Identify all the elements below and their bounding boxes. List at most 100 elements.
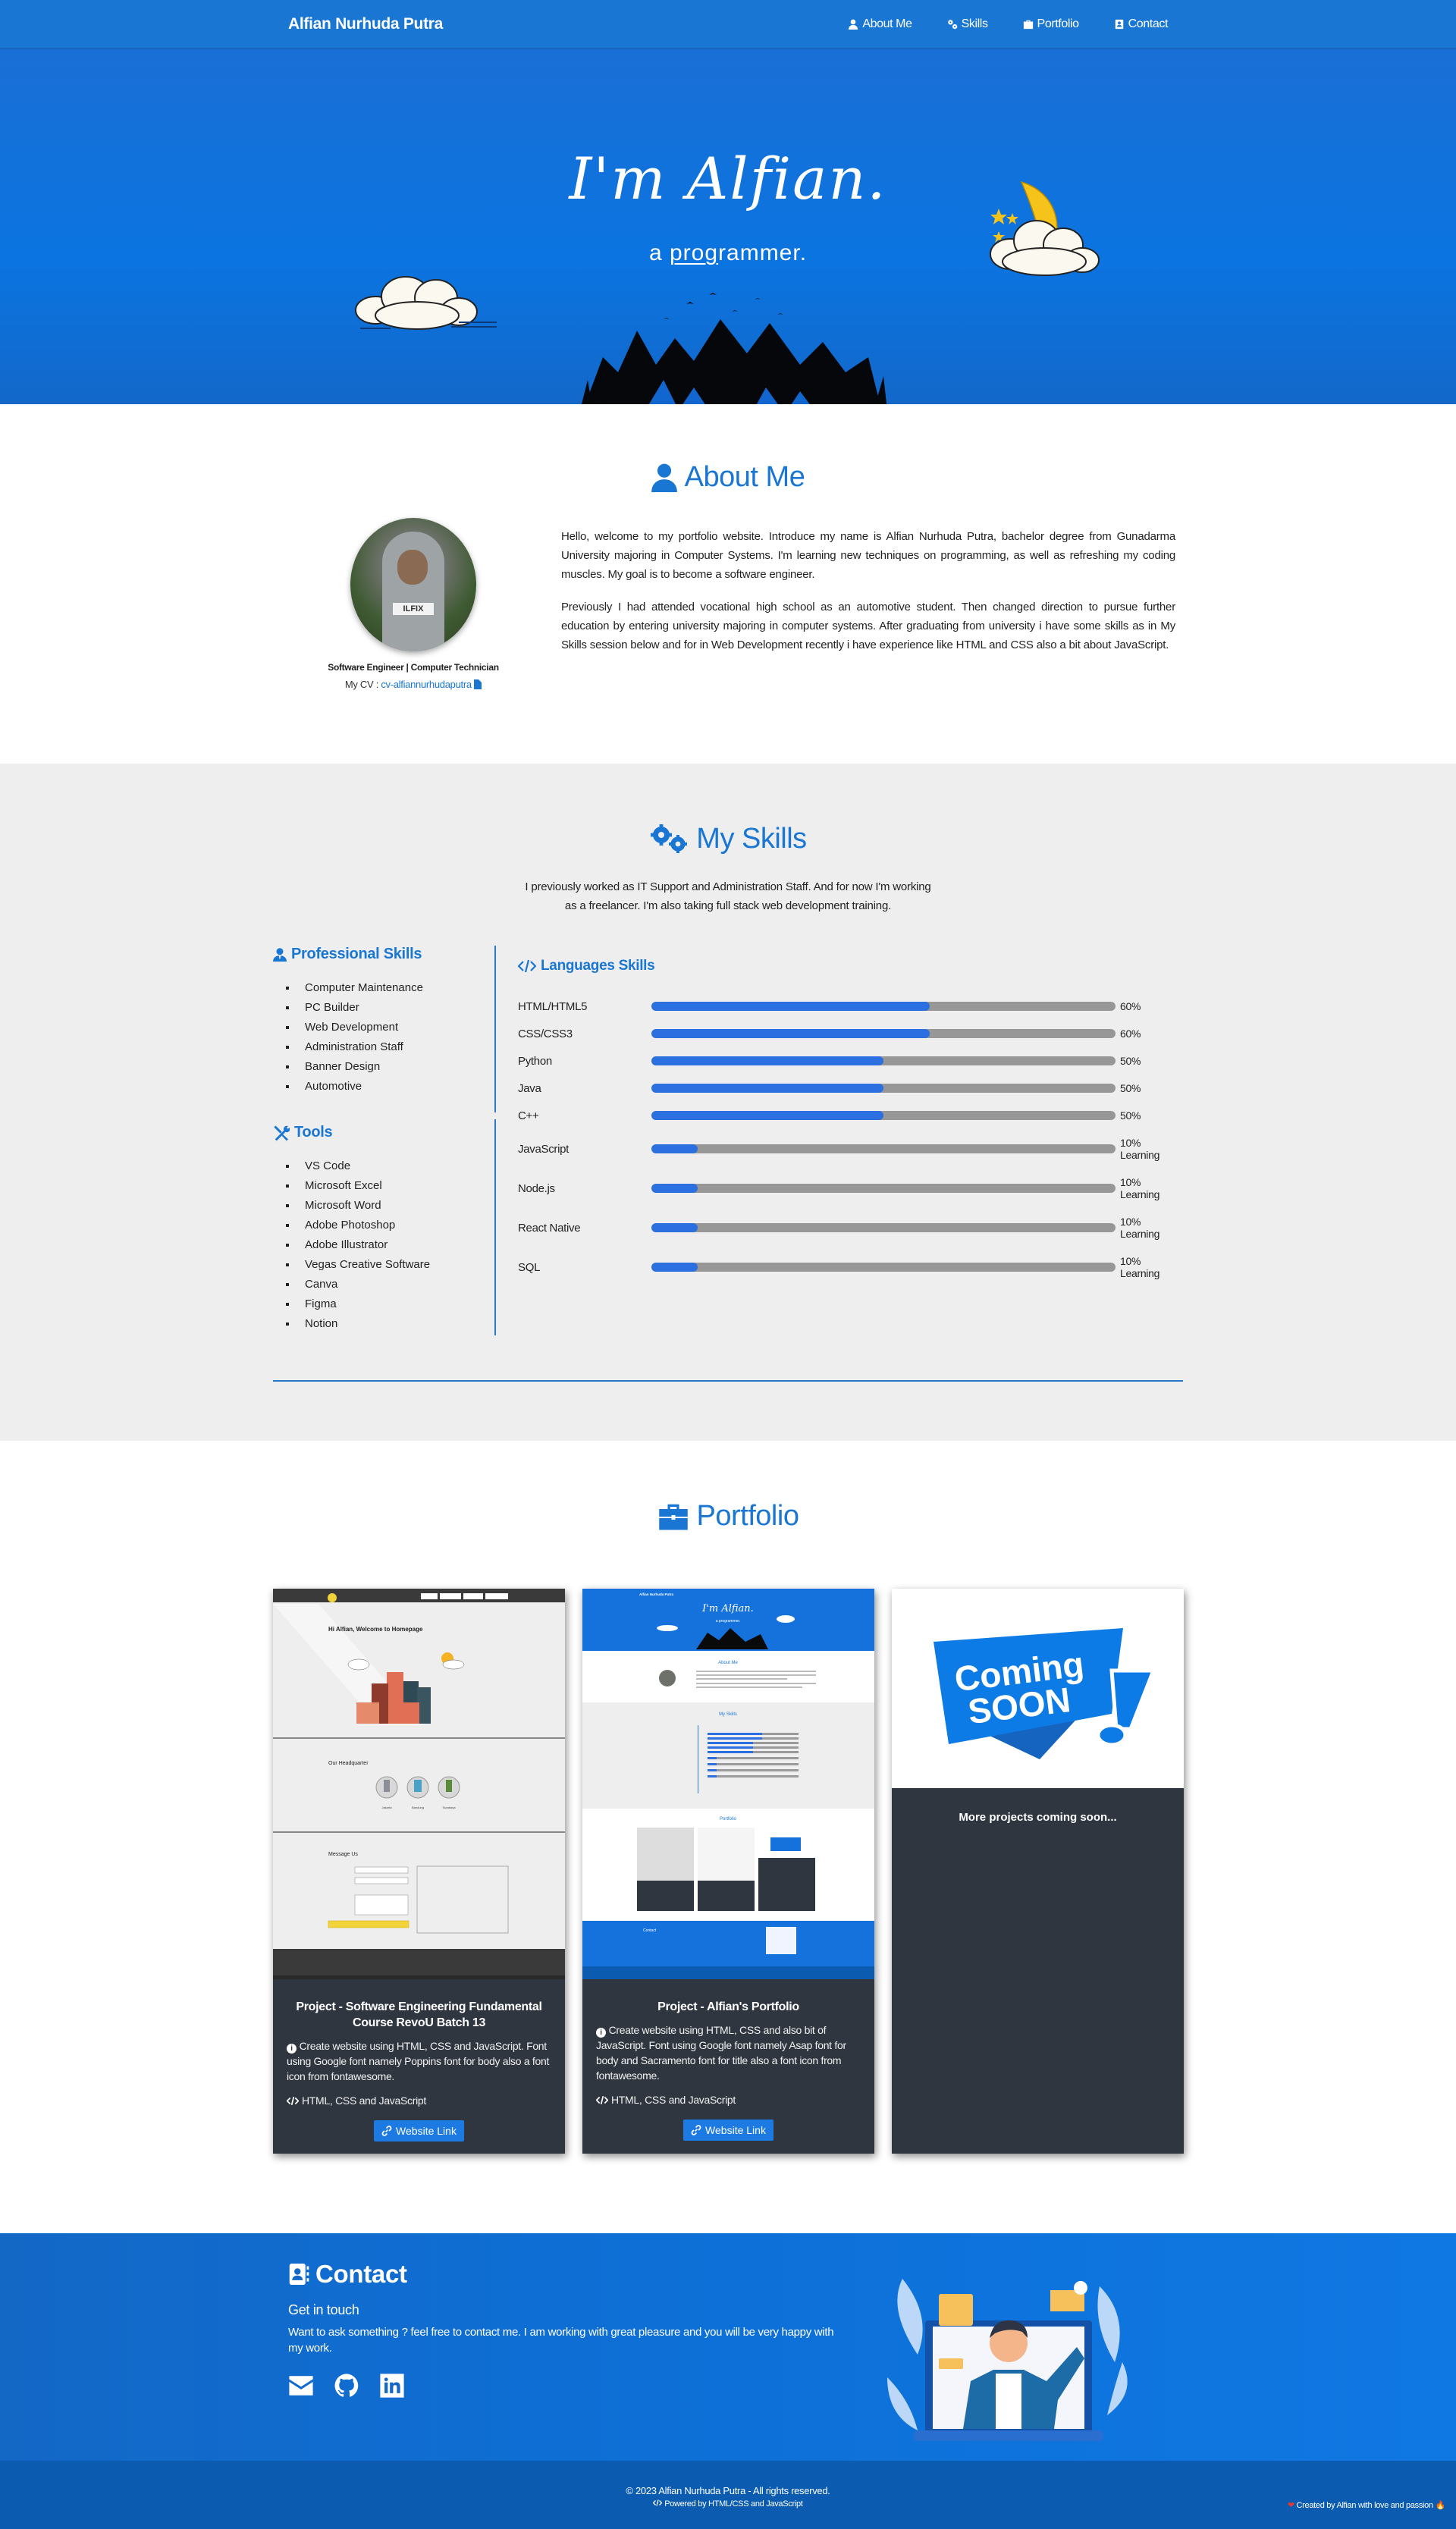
project-thumbnail[interactable]: Alfian Nurhuda Putra I'm Alfian. a progr…: [582, 1589, 874, 1979]
skill-percent-label: 50%: [1120, 1082, 1141, 1094]
skills-section: My Skills I previously worked as IT Supp…: [0, 764, 1456, 1441]
list-item: Automotive: [297, 1077, 493, 1097]
skill-percent-label: 60%: [1120, 1000, 1141, 1012]
linkedin-link[interactable]: [379, 2373, 405, 2402]
coming-soon-text: More projects coming soon...: [959, 1811, 1117, 1824]
about-title-text: About Me: [684, 461, 805, 493]
skill-status-note: Learning: [1120, 1267, 1160, 1279]
profile-role: Software Engineer | Computer Technician: [328, 662, 499, 673]
website-link-button[interactable]: Website Link: [374, 2120, 464, 2141]
language-name: C++: [518, 1109, 539, 1122]
hero-subtitle-suffix: rammer.: [718, 240, 808, 265]
professional-skills-title: Professional Skills: [273, 946, 493, 963]
languages-skills-title: Languages Skills: [518, 958, 1185, 974]
skill-progress-bar: [651, 1029, 1116, 1038]
project-thumbnail[interactable]: Hi Alfian, Welcome to Homepage Our Headq: [273, 1589, 565, 1979]
briefcase-icon: [1023, 20, 1033, 29]
svg-text:My Skills: My Skills: [719, 1712, 737, 1717]
github-link[interactable]: [334, 2373, 359, 2402]
about-text: Hello, welcome to my portfolio website. …: [561, 527, 1175, 668]
contact-title: Contact: [288, 2260, 849, 2289]
list-item: Web Development: [297, 1018, 493, 1037]
language-skill-row: C++ 50%: [518, 1102, 1185, 1129]
skill-status-note: Learning: [1120, 1149, 1160, 1161]
portfolio-cards: Hi Alfian, Welcome to Homepage Our Headq: [273, 1589, 1184, 2154]
skill-percent: 60%: [1120, 1000, 1141, 1012]
email-link[interactable]: [288, 2373, 314, 2402]
address-book-icon: [1115, 19, 1123, 29]
professional-skills-list: Computer Maintenance PC Builder Web Deve…: [297, 978, 493, 1097]
portfolio-card-coming-soon: Coming SOON More projects coming soon...: [892, 1589, 1184, 2154]
info-icon: i: [287, 2044, 297, 2054]
contact-section: Contact Get in touch Want to ask somethi…: [0, 2233, 1456, 2461]
portfolio-card: Hi Alfian, Welcome to Homepage Our Headq: [273, 1589, 565, 2154]
skills-intro: I previously worked as IT Support and Ad…: [0, 877, 1456, 915]
svg-text:I'm Alfian.: I'm Alfian.: [701, 1603, 754, 1614]
skills-left-column: Professional Skills Computer Maintenance…: [273, 946, 493, 1334]
skill-percent: 10% Learning: [1120, 1137, 1159, 1161]
nav-label: Portfolio: [1037, 17, 1080, 30]
language-skill-row: Java 50%: [518, 1075, 1185, 1102]
svg-text:Jakarta: Jakarta: [381, 1806, 392, 1809]
nav-skills[interactable]: Skills: [947, 17, 988, 31]
list-item: VS Code: [297, 1156, 493, 1176]
language-skill-row: JavaScript 10% Learning: [518, 1129, 1185, 1169]
tools-title: Tools: [273, 1124, 493, 1141]
list-item: Banner Design: [297, 1057, 493, 1077]
contact-description: Want to ask something ? feel free to con…: [288, 2326, 834, 2355]
skills-title-text: My Skills: [696, 823, 807, 855]
list-item: Adobe Photoshop: [297, 1216, 493, 1235]
website-link-button[interactable]: Website Link: [683, 2120, 774, 2141]
skill-percent: 10% Learning: [1120, 1176, 1159, 1200]
contact-subtitle: Get in touch: [288, 2302, 359, 2317]
skill-progress-fill: [651, 1223, 698, 1232]
file-icon: [474, 679, 482, 689]
language-name: React Native: [518, 1221, 581, 1235]
svg-text:a programmer.: a programmer.: [716, 1619, 741, 1624]
card-body: Project - Software Engineering Fundament…: [273, 1979, 565, 2141]
list-item: Computer Maintenance: [297, 978, 493, 998]
svg-text:Our Headquarter: Our Headquarter: [328, 1761, 369, 1766]
list-item: Microsoft Excel: [297, 1176, 493, 1196]
svg-text:Contact: Contact: [643, 1928, 657, 1933]
heart-icon: ❤: [1287, 2501, 1294, 2510]
link-icon: [381, 2126, 392, 2136]
footer: © 2023 Alfian Nurhuda Putra - All rights…: [0, 2461, 1456, 2529]
languages-skills-title-text: Languages Skills: [541, 958, 655, 974]
coming-soon-banner: Coming SOON: [934, 1628, 1156, 1759]
language-skill-row: HTML/HTML5 60%: [518, 993, 1185, 1020]
nav-portfolio[interactable]: Portfolio: [1023, 17, 1079, 31]
avatar-shirt-text: ILFIX: [393, 603, 434, 615]
skill-percent-label: 50%: [1120, 1055, 1141, 1067]
list-item: Microsoft Word: [297, 1196, 493, 1216]
website-link-label: Website Link: [705, 2124, 766, 2136]
code-icon: [518, 959, 536, 973]
skill-percent: 50%: [1120, 1109, 1141, 1122]
language-name: CSS/CSS3: [518, 1027, 573, 1040]
svg-text:Surabaya: Surabaya: [442, 1806, 456, 1809]
project-description-text: Create website using HTML, CSS and JavaS…: [287, 2040, 550, 2082]
skill-percent: 50%: [1120, 1082, 1141, 1094]
code-icon: [653, 2499, 663, 2506]
cv-link[interactable]: cv-alfiannurhudaputra: [381, 679, 472, 690]
language-name: SQL: [518, 1260, 541, 1274]
skill-progress-bar: [651, 1056, 1116, 1065]
profile-card: ILFIX Software Engineer | Computer Techn…: [318, 518, 508, 690]
nav-about-me[interactable]: About Me: [848, 17, 912, 31]
skill-progress-fill: [651, 1084, 883, 1093]
project-description-text: Create website using HTML, CSS and also …: [596, 2024, 846, 2082]
nav-label: About Me: [862, 17, 912, 30]
code-icon: [287, 2096, 299, 2105]
portfolio-card: Alfian Nurhuda Putra I'm Alfian. a progr…: [582, 1589, 874, 2154]
powered-by-text: Powered by HTML/CSS and JavaScript: [664, 2499, 803, 2509]
list-item: Figma: [297, 1294, 493, 1314]
nav-contact[interactable]: Contact: [1114, 17, 1168, 31]
svg-text:Alfian Nurhuda Putra: Alfian Nurhuda Putra: [639, 1592, 673, 1596]
skill-progress-bar: [651, 1084, 1116, 1093]
list-item: Vegas Creative Software: [297, 1255, 493, 1275]
column-divider: [494, 946, 496, 1112]
tools-list: VS Code Microsoft Excel Microsoft Word A…: [297, 1156, 493, 1334]
svg-text:Portfolio: Portfolio: [720, 1817, 737, 1821]
brand-link[interactable]: Alfian Nurhuda Putra: [288, 15, 443, 33]
language-skill-row: React Native 10% Learning: [518, 1208, 1185, 1247]
